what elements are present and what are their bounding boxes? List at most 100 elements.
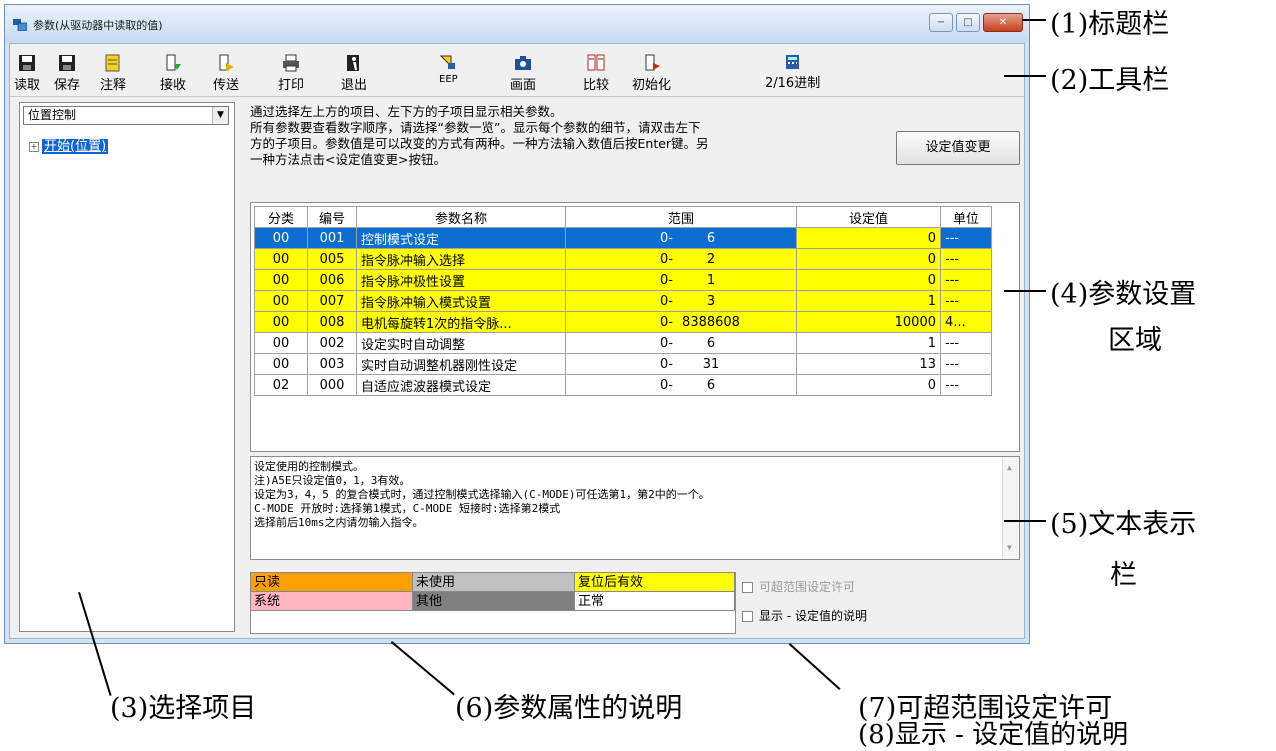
col-unit[interactable]: 单位 bbox=[940, 206, 992, 228]
cell-value[interactable]: 0 bbox=[796, 227, 941, 249]
save-button[interactable]: 保存 bbox=[54, 54, 80, 93]
expand-icon[interactable]: + bbox=[29, 141, 39, 152]
cell-range: 0- 6 bbox=[565, 332, 797, 354]
cell-value[interactable]: 10000 bbox=[796, 311, 941, 333]
exit-button[interactable]: 退出 bbox=[341, 54, 367, 93]
cell-cat: 00 bbox=[254, 353, 308, 375]
cell-name: 自适应滤波器模式设定 bbox=[356, 374, 566, 396]
cell-unit: --- bbox=[940, 248, 992, 270]
note-button[interactable]: 注释 bbox=[100, 54, 126, 93]
cell-cat: 02 bbox=[254, 374, 308, 396]
range-max: 6 bbox=[706, 230, 716, 246]
floppy-read-icon bbox=[19, 55, 35, 71]
cell-unit: --- bbox=[940, 374, 992, 396]
range-max: 8388608 bbox=[682, 314, 740, 330]
maximize-button[interactable]: □ bbox=[956, 13, 980, 32]
exit-icon bbox=[347, 55, 359, 71]
vertical-scrollbar[interactable]: ▲ ▼ bbox=[1002, 457, 1019, 559]
cell-value[interactable]: 0 bbox=[796, 248, 941, 270]
radix-button[interactable]: 2/16进制 bbox=[765, 54, 820, 91]
callout-line bbox=[788, 643, 841, 690]
table-row[interactable]: 02 000 自适应滤波器模式设定 0- 6 0 --- bbox=[254, 374, 992, 396]
cell-unit: --- bbox=[940, 269, 992, 291]
range-max: 6 bbox=[706, 335, 716, 351]
cell-range: 0- 6 bbox=[565, 374, 797, 396]
range-max: 3 bbox=[706, 293, 716, 309]
range-max: 6 bbox=[706, 377, 716, 393]
cell-value[interactable]: 0 bbox=[796, 269, 941, 291]
cell-no: 006 bbox=[307, 269, 357, 291]
col-number[interactable]: 编号 bbox=[307, 206, 357, 228]
cell-name: 控制模式设定 bbox=[356, 227, 566, 249]
instructions-text: 通过选择左上方的项目、左下方的子项目显示相关参数。 所有参数要查看数字顺序，请选… bbox=[250, 104, 709, 167]
scroll-up-icon[interactable]: ▲ bbox=[1007, 461, 1012, 475]
table-row[interactable]: 00 002 设定实时自动调整 0- 6 1 --- bbox=[254, 332, 992, 354]
attribute-legend: 只读 未使用 复位后有效 系统 其他 正常 bbox=[250, 572, 736, 634]
note-icon bbox=[105, 54, 120, 72]
minimize-button[interactable]: − bbox=[929, 13, 953, 32]
change-value-button[interactable]: 设定值变更 bbox=[896, 131, 1020, 165]
col-name[interactable]: 参数名称 bbox=[356, 206, 566, 228]
compare-button[interactable]: 比较 bbox=[583, 54, 609, 93]
read-button[interactable]: 读取 bbox=[14, 54, 40, 93]
close-button[interactable]: ✕ bbox=[983, 13, 1023, 32]
table-row[interactable]: 00 001 控制模式设定 0- 6 0 --- bbox=[254, 227, 992, 249]
table-row[interactable]: 00 006 指令脉冲极性设置 0- 1 0 --- bbox=[254, 269, 992, 291]
category-select[interactable]: 位置控制 ▼ bbox=[23, 106, 229, 125]
checkbox-box[interactable] bbox=[742, 582, 753, 593]
cell-value[interactable]: 1 bbox=[796, 332, 941, 354]
chevron-down-icon[interactable]: ▼ bbox=[212, 107, 228, 124]
eep-button[interactable]: EEP bbox=[439, 54, 458, 85]
cell-name: 电机每旋转1次的指令脉... bbox=[356, 311, 566, 333]
description-text-panel[interactable]: 设定使用的控制模式。 注)A5E只设定值0，1，3有效。 设定为3，4，5 的复… bbox=[250, 456, 1020, 560]
checkbox-box[interactable] bbox=[742, 611, 753, 622]
callout-line bbox=[1004, 520, 1046, 522]
selection-panel: 位置控制 ▼ + 开始(位置) bbox=[19, 102, 235, 632]
table-row[interactable]: 00 007 指令脉冲输入模式设置 0- 3 1 --- bbox=[254, 290, 992, 312]
col-category[interactable]: 分类 bbox=[254, 206, 308, 228]
receive-button[interactable]: 接收 bbox=[160, 54, 186, 93]
eeprom-icon bbox=[440, 55, 456, 69]
tree-item[interactable]: + 开始(位置) bbox=[29, 135, 109, 154]
table-row[interactable]: 00 003 实时自动调整机器刚性设定 0- 31 13 --- bbox=[254, 353, 992, 375]
print-button[interactable]: 打印 bbox=[278, 54, 304, 93]
cell-no: 005 bbox=[307, 248, 357, 270]
cell-no: 003 bbox=[307, 353, 357, 375]
callout-line bbox=[1004, 290, 1046, 292]
table-row[interactable]: 00 005 指令脉冲输入选择 0- 2 0 --- bbox=[254, 248, 992, 270]
range-min: 0- bbox=[660, 251, 673, 267]
range-min: 0- bbox=[660, 314, 673, 330]
cell-value[interactable]: 1 bbox=[796, 290, 941, 312]
send-icon bbox=[219, 54, 234, 71]
title-bar[interactable]: 参数(从驱动器中读取的值) − □ ✕ bbox=[5, 5, 1029, 43]
show-description-checkbox[interactable]: 显示 - 设定值的说明 bbox=[742, 607, 867, 624]
col-value[interactable]: 设定值 bbox=[796, 206, 941, 228]
cell-range: 0- 8388608 bbox=[565, 311, 797, 333]
window-title: 参数(从驱动器中读取的值) bbox=[33, 19, 163, 32]
table-row[interactable]: 00 008 电机每旋转1次的指令脉... 0- 8388608 10000 4... bbox=[254, 311, 992, 333]
out-of-range-checkbox[interactable]: 可超范围设定许可 bbox=[742, 578, 855, 595]
col-range[interactable]: 范围 bbox=[565, 206, 797, 228]
app-icon bbox=[13, 19, 27, 31]
cell-value[interactable]: 0 bbox=[796, 374, 941, 396]
scroll-down-icon[interactable]: ▼ bbox=[1007, 541, 1012, 555]
client-area: 读取 保存 注释 接收 传送 打印 退出 EEP 画面 比较 初始化 2/16进… bbox=[9, 43, 1025, 639]
cell-value[interactable]: 13 bbox=[796, 353, 941, 375]
cell-cat: 00 bbox=[254, 269, 308, 291]
calculator-icon bbox=[785, 55, 799, 69]
initialize-button[interactable]: 初始化 bbox=[632, 54, 671, 93]
cell-name: 指令脉冲输入选择 bbox=[356, 248, 566, 270]
legend-normal: 正常 bbox=[575, 592, 735, 611]
screen-button[interactable]: 画面 bbox=[510, 54, 536, 93]
toolbar: 读取 保存 注释 接收 传送 打印 退出 EEP 画面 比较 初始化 2/16进… bbox=[10, 44, 1024, 97]
cell-range: 0- 31 bbox=[565, 353, 797, 375]
table-header: 分类 编号 参数名称 范围 设定值 单位 bbox=[254, 206, 992, 228]
cell-no: 007 bbox=[307, 290, 357, 312]
legend-system: 系统 bbox=[251, 592, 413, 611]
cell-no: 008 bbox=[307, 311, 357, 333]
init-icon bbox=[645, 54, 660, 71]
send-button[interactable]: 传送 bbox=[213, 54, 239, 93]
annotation-selection: (3)选择项目 bbox=[110, 693, 257, 724]
range-min: 0- bbox=[660, 293, 673, 309]
parameter-table: 分类 编号 参数名称 范围 设定值 单位 00 001 控制模式设定 0- 6 0 --- 0… bbox=[254, 206, 992, 396]
